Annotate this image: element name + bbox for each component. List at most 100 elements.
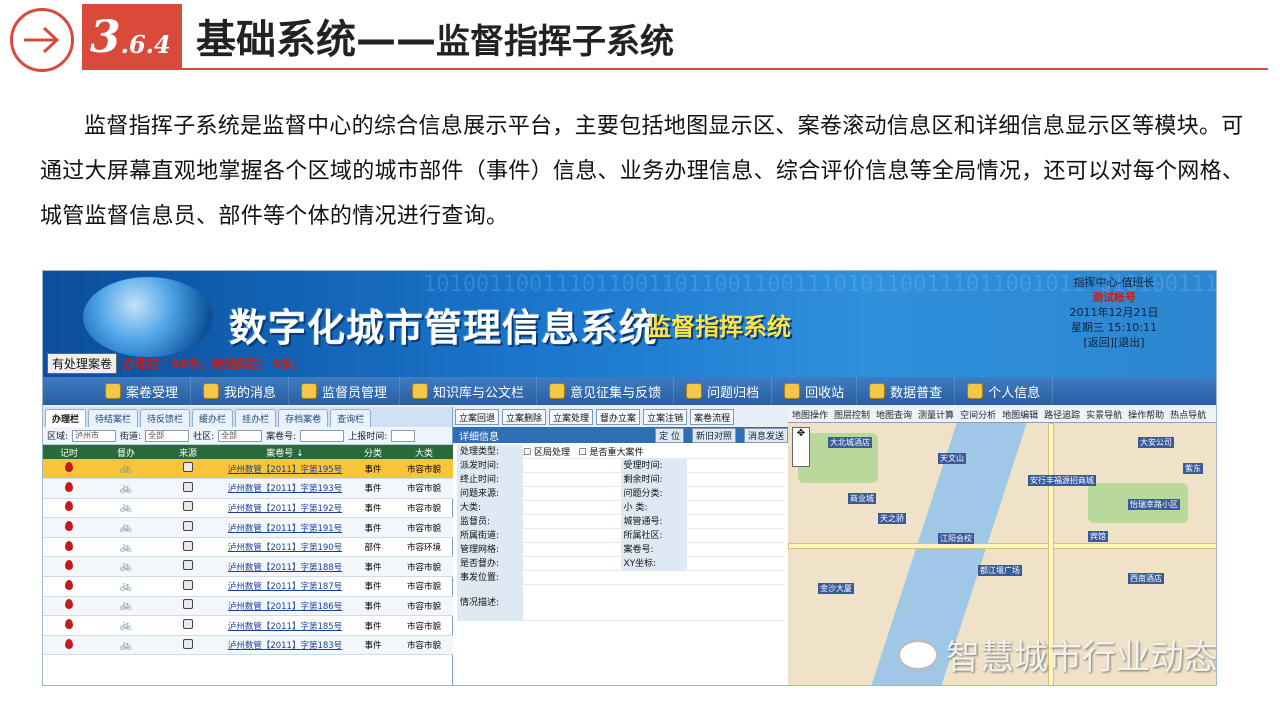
source-phone-icon xyxy=(183,501,193,512)
case-number-link[interactable]: 泸州数管【2011】字第192号 xyxy=(228,504,342,514)
column-header-type[interactable]: 分类 xyxy=(351,445,395,459)
person-icon xyxy=(301,383,318,399)
menu-item-messages[interactable]: 我的消息 xyxy=(191,377,290,405)
case-type: 事件 xyxy=(351,556,395,578)
case-number-link[interactable]: 泸州数管【2011】字第187号 xyxy=(228,582,342,592)
case-number-link[interactable]: 泸州数管【2011】字第191号 xyxy=(228,524,342,534)
table-row[interactable]: 🚲 泸州数管【2011】字第185号 事件 市容市貌 xyxy=(43,615,453,636)
timer-alarm-icon xyxy=(65,638,73,649)
map-tool-analysis[interactable]: 空间分析 xyxy=(960,408,996,421)
map-zoom-control[interactable]: ✥ xyxy=(792,427,810,467)
case-number-link[interactable]: 泸州数管【2011】字第188号 xyxy=(228,563,342,573)
column-header-supervise[interactable]: 督办 xyxy=(95,445,157,459)
page-title: 基础系统——监督指挥子系统 xyxy=(196,14,674,68)
menu-item-supervisors[interactable]: 监督员管理 xyxy=(289,377,401,405)
send-message-button[interactable]: 消息发送 xyxy=(743,427,788,443)
tab-to-close[interactable]: 待结案栏 xyxy=(88,409,139,427)
table-row[interactable]: 🚲 泸州数管【2011】字第188号 事件 市容市貌 xyxy=(43,556,453,578)
community-select[interactable]: 全部 xyxy=(218,429,263,442)
map-poi[interactable]: 大安公司 xyxy=(1138,437,1174,448)
menu-item-feedback[interactable]: 意见征集与反馈 xyxy=(537,377,675,405)
clipboard-icon xyxy=(869,383,886,399)
map-tool-hotspot[interactable]: 热点导航 xyxy=(1170,408,1206,421)
delete-button[interactable]: 立案删除 xyxy=(502,409,547,425)
column-header-case[interactable]: 案卷号 ↓ xyxy=(219,445,351,459)
map-poi[interactable]: 安行丰福源招商城 xyxy=(1028,475,1096,486)
menu-item-knowledge[interactable]: 知识库与公文栏 xyxy=(400,377,538,405)
column-header-source[interactable]: 来源 xyxy=(157,445,219,459)
case-number-link[interactable]: 泸州数管【2011】字第183号 xyxy=(228,641,342,651)
shift-links[interactable]: [返回][退出] xyxy=(1024,335,1204,350)
map-poi[interactable]: 天之骄 xyxy=(878,513,906,524)
menu-item-archive[interactable]: 问题归档 xyxy=(674,377,773,405)
table-row[interactable]: 🚲 泸州数管【2011】字第193号 事件 市容市貌 xyxy=(43,478,453,499)
map-tool-operate[interactable]: 地图操作 xyxy=(792,408,828,421)
pending-cases-button[interactable]: 有处理案卷 xyxy=(47,353,118,374)
tab-archived[interactable]: 存档案卷 xyxy=(278,409,329,427)
map-tool-query[interactable]: 地图查询 xyxy=(876,408,912,421)
map-poi[interactable]: 金沙大厦 xyxy=(818,583,854,594)
case-number-link[interactable]: 泸州数管【2011】字第186号 xyxy=(228,602,342,612)
flow-button[interactable]: 案卷流程 xyxy=(690,409,735,425)
map-poi[interactable]: 宾馆 xyxy=(1088,531,1108,542)
tab-query[interactable]: 查询栏 xyxy=(330,409,372,427)
column-header-category[interactable]: 大类 xyxy=(395,445,453,459)
detail-row: 监督员: 城管通号: xyxy=(457,514,784,529)
table-row[interactable]: 🚲 泸州数管【2011】字第190号 部件 市容环境 xyxy=(43,537,453,558)
checkbox-district[interactable]: ☐ xyxy=(523,448,534,458)
rollback-button[interactable]: 立案回退 xyxy=(455,409,500,425)
checkbox-major[interactable]: ☐ xyxy=(579,448,590,458)
shift-date: 2011年12月21日 xyxy=(1069,306,1159,319)
map-tool-help[interactable]: 操作帮助 xyxy=(1128,408,1164,421)
compare-button[interactable]: 新旧对照 xyxy=(691,427,736,443)
tab-delayed[interactable]: 缓办栏 xyxy=(192,409,234,427)
map-poi[interactable]: 商业城 xyxy=(848,493,876,504)
table-row[interactable]: 🚲 泸州数管【2011】字第187号 事件 市容市貌 xyxy=(43,576,453,597)
case-type: 事件 xyxy=(351,615,395,636)
bike-icon: 🚲 xyxy=(119,600,133,612)
case-type: 事件 xyxy=(351,596,395,617)
case-number-input[interactable] xyxy=(300,429,345,442)
table-row[interactable]: 🚲 泸州数管【2011】字第183号 事件 市容市貌 xyxy=(43,635,453,656)
case-number-link[interactable]: 泸州数管【2011】字第195号 xyxy=(228,465,342,475)
map-poi[interactable]: 西南酒店 xyxy=(1128,573,1164,584)
table-row[interactable]: 🚲 泸州数管【2011】字第186号 事件 市容市貌 xyxy=(43,596,453,617)
district-select[interactable]: 泸州市 xyxy=(72,429,117,442)
menu-item-census[interactable]: 数据普查 xyxy=(857,377,956,405)
timer-alarm-icon xyxy=(65,560,73,571)
map-poi[interactable]: 都江堰广场 xyxy=(978,565,1022,576)
table-row[interactable]: 🚲 泸州数管【2011】字第192号 事件 市容市貌 xyxy=(43,498,453,519)
map-tool-measure[interactable]: 测量计算 xyxy=(918,408,954,421)
map-poi[interactable]: 大北城酒店 xyxy=(828,437,872,448)
tab-to-feedback[interactable]: 待反馈栏 xyxy=(140,409,191,427)
map-poi[interactable]: 紫东 xyxy=(1183,463,1203,474)
map-tool-layers[interactable]: 图层控制 xyxy=(834,408,870,421)
street-select[interactable]: 全部 xyxy=(145,429,190,442)
supervise-button[interactable]: 督办立案 xyxy=(596,409,641,425)
section-number-rest: .6.4 xyxy=(120,30,171,59)
map-tool-edit[interactable]: 地图编辑 xyxy=(1002,408,1038,421)
map-poi[interactable]: 江阳会校 xyxy=(938,533,974,544)
tab-handling[interactable]: 办理栏 xyxy=(45,409,87,427)
case-number-link[interactable]: 泸州数管【2011】字第185号 xyxy=(228,622,342,632)
table-row[interactable]: 🚲 泸州数管【2011】字第195号 事件 市容市貌 xyxy=(43,459,453,480)
column-header-timer[interactable]: 记时 xyxy=(43,445,95,459)
table-row[interactable]: 🚲 泸州数管【2011】字第191号 事件 市容市貌 xyxy=(43,517,453,538)
map-tool-nav[interactable]: 实景导航 xyxy=(1086,408,1122,421)
map-poi[interactable]: 怡瑞幸路小区 xyxy=(1128,499,1180,510)
process-button[interactable]: 立案处理 xyxy=(549,409,594,425)
detail-desc-row: 情况描述: xyxy=(457,584,784,621)
tab-suspended[interactable]: 挂办栏 xyxy=(235,409,277,427)
menu-item-recycle[interactable]: 回收站 xyxy=(772,377,858,405)
locate-button[interactable]: 定 位 xyxy=(655,427,684,443)
map-poi[interactable]: 天文山 xyxy=(938,453,966,464)
source-phone-icon xyxy=(183,521,193,532)
menu-item-profile[interactable]: 个人信息 xyxy=(955,377,1054,405)
case-number-link[interactable]: 泸州数管【2011】字第193号 xyxy=(228,484,342,494)
report-time-input[interactable] xyxy=(391,429,416,442)
cancel-case-button[interactable]: 立案注销 xyxy=(643,409,688,425)
case-number-link[interactable]: 泸州数管【2011】字第190号 xyxy=(228,543,342,553)
menu-item-case-accept[interactable]: 案卷受理 xyxy=(93,377,192,405)
detail-form: 处理类型: ☐ 区局处理 ☐ 是否重大案件 派发时间: 受理时间: 终止时间: 剩余时… xyxy=(453,443,788,621)
map-tool-trace[interactable]: 路径追踪 xyxy=(1044,408,1080,421)
